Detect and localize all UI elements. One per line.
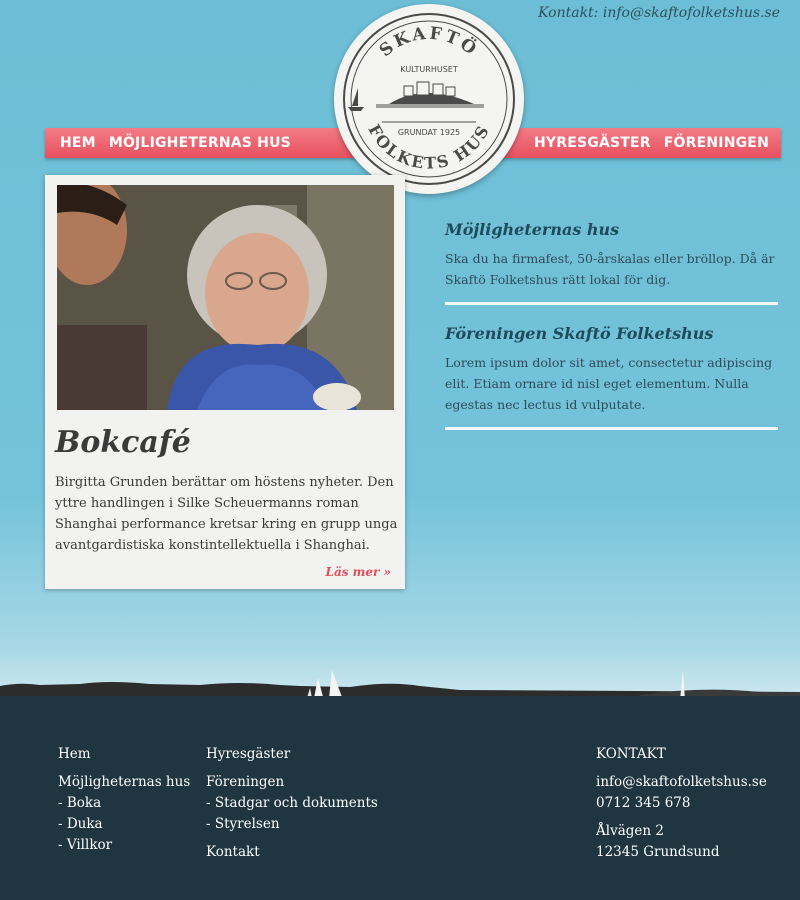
- site-logo[interactable]: SKAFTÖ KULTURHUSET GRUNDAT 1925 FOLKETS …: [334, 4, 524, 194]
- coastline-illustration: [0, 670, 800, 700]
- article-mojligheternas-hus: Möjligheternas hus Ska du ha firmafest, …: [445, 220, 778, 305]
- main-nav-right: HYRESGÄSTER FÖRENINGEN: [498, 128, 781, 158]
- footer-link-home[interactable]: Hem: [58, 744, 190, 765]
- read-more-link[interactable]: Läs mer »: [326, 565, 391, 579]
- footer-col-2: Hyresgäster Föreningen - Stadgar och dok…: [206, 744, 378, 863]
- nav-mojligheternas-hus[interactable]: MÖJLIGHETERNAS HUS: [109, 135, 291, 151]
- feature-photo: [57, 185, 394, 410]
- logo-top-text: SKAFTÖ: [376, 24, 480, 62]
- svg-text:SKAFTÖ: SKAFTÖ: [376, 24, 483, 62]
- divider: [445, 302, 778, 305]
- logo-sub-text: KULTURHUSET: [400, 65, 458, 74]
- footer-city: 12345 Grundsund: [596, 844, 720, 860]
- footer-contact: KONTAKT info@skaftofolketshus.se 0712 34…: [596, 744, 767, 863]
- feature-text: Birgitta Grunden berättar om höstens nyh…: [55, 475, 398, 553]
- footer-link-hyresgaster[interactable]: Hyresgäster: [206, 744, 378, 765]
- nav-foreningen[interactable]: FÖRENINGEN: [664, 135, 769, 151]
- footer-link-kontakt[interactable]: Kontakt: [206, 842, 378, 863]
- footer-link-duka[interactable]: - Duka: [58, 814, 190, 835]
- feature-title: Bokcafé: [55, 425, 191, 460]
- footer-contact-heading: KONTAKT: [596, 746, 666, 762]
- footer-col-1: Hem Möjligheternas hus - Boka - Duka - V…: [58, 744, 190, 856]
- footer-link-stadgar[interactable]: - Stadgar och dokuments: [206, 793, 378, 814]
- nav-hyresgaster[interactable]: HYRESGÄSTER: [534, 135, 651, 151]
- main-nav-left: HEM MÖJLIGHETERNAS HUS: [45, 128, 363, 158]
- footer-link-boka[interactable]: - Boka: [58, 793, 190, 814]
- article-title[interactable]: Föreningen Skaftö Folketshus: [445, 324, 778, 343]
- site-footer: Hem Möjligheternas hus - Boka - Duka - V…: [0, 696, 800, 900]
- nav-home[interactable]: HEM: [60, 135, 96, 151]
- footer-street: Ålvägen 2: [596, 823, 664, 839]
- logo-emblem-icon: SKAFTÖ KULTURHUSET GRUNDAT 1925 FOLKETS …: [343, 13, 515, 185]
- feature-card: Bokcafé Birgitta Grunden berättar om hös…: [45, 175, 405, 589]
- logo-founded-text: GRUNDAT 1925: [398, 128, 460, 137]
- article-text: Ska du ha firmafest, 50-årskalas eller b…: [445, 251, 775, 287]
- footer-email: info@skaftofolketshus.se: [596, 774, 767, 790]
- article-text: Lorem ipsum dolor sit amet, consectetur …: [445, 355, 773, 412]
- footer-link-styrelsen[interactable]: - Styrelsen: [206, 814, 378, 835]
- footer-phone: 0712 345 678: [596, 795, 691, 811]
- article-foreningen: Föreningen Skaftö Folketshus Lorem ipsum…: [445, 324, 778, 430]
- footer-link-villkor[interactable]: - Villkor: [58, 835, 190, 856]
- footer-link-foreningen[interactable]: Föreningen: [206, 772, 378, 793]
- divider: [445, 427, 778, 430]
- article-title[interactable]: Möjligheternas hus: [445, 220, 778, 239]
- header-contact[interactable]: Kontakt: info@skaftofolketshus.se: [538, 5, 780, 21]
- footer-link-mojligheternas-hus[interactable]: Möjligheternas hus: [58, 772, 190, 793]
